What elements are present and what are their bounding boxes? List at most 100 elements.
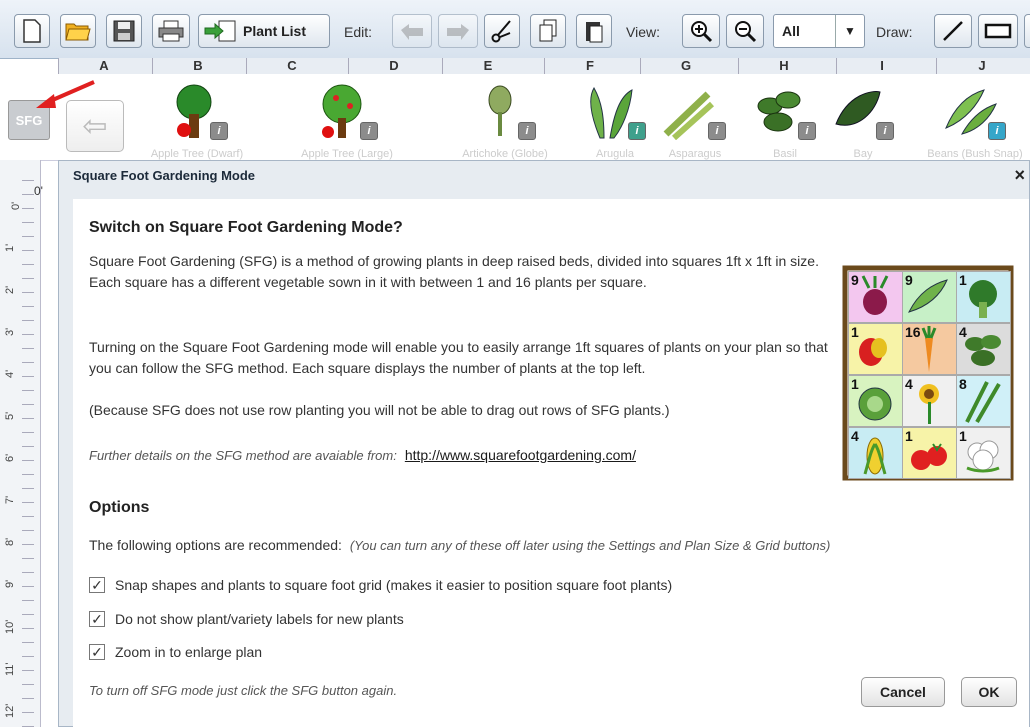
- save-button[interactable]: [106, 14, 142, 48]
- info-icon[interactable]: i: [988, 122, 1006, 140]
- ruler-tick: [22, 194, 34, 195]
- ruler-label: 12': [4, 703, 16, 718]
- column-label: B: [152, 58, 243, 74]
- ruler-tick: [22, 628, 34, 629]
- ruler-tick: [22, 530, 34, 531]
- draw-rectangle-button[interactable]: [978, 14, 1018, 48]
- option-label: Snap shapes and plants to square foot gr…: [115, 577, 673, 593]
- cut-button[interactable]: [484, 14, 520, 48]
- info-icon[interactable]: i: [628, 122, 646, 140]
- sfg-grid-illustration: 9 9 1 1 16 4 1 4 8 4 1 1: [836, 259, 1026, 481]
- ruler-tick: [22, 600, 34, 601]
- plant-count: 1: [959, 428, 967, 444]
- ruler-label: 7': [4, 495, 16, 504]
- plant-artichoke-globe[interactable]: i Artichoke (Globe): [460, 80, 550, 160]
- ruler-tick: [22, 684, 34, 685]
- ruler-tick: [22, 180, 34, 181]
- view-label: View:: [626, 24, 660, 40]
- draw-line-button[interactable]: [934, 14, 972, 48]
- column-label: C: [246, 58, 337, 74]
- ruler-tick: [22, 320, 34, 321]
- plant-asparagus[interactable]: i Asparagus: [650, 80, 740, 160]
- intro-paragraph: Square Foot Gardening (SFG) is a method …: [89, 253, 819, 290]
- print-button[interactable]: [152, 14, 190, 48]
- zoom-out-icon: [735, 21, 757, 43]
- sfg-square: 4: [902, 375, 957, 427]
- sfg-square: 1: [956, 271, 1011, 323]
- ruler-tick: [22, 572, 34, 573]
- info-icon[interactable]: i: [876, 122, 894, 140]
- column-label: F: [544, 58, 635, 74]
- copy-button[interactable]: [530, 14, 566, 48]
- ruler-tick: [22, 460, 34, 461]
- new-plan-button[interactable]: [14, 14, 50, 48]
- sfg-website-link[interactable]: http://www.squarefootgardening.com/: [405, 447, 636, 463]
- undo-icon: [401, 24, 423, 40]
- option-hide-labels[interactable]: ✓ Do not show plant/variety labels for n…: [89, 608, 404, 630]
- option-zoom-in[interactable]: ✓ Zoom in to enlarge plan: [89, 641, 262, 663]
- view-filter-select[interactable]: All ▼: [773, 14, 865, 48]
- mode-paragraph: Turning on the Square Foot Gardening mod…: [89, 339, 828, 376]
- chevron-down-icon: ▼: [835, 15, 864, 47]
- plant-count: 1: [851, 376, 859, 392]
- plant-apple-tree-large[interactable]: i Apple Tree (Large): [301, 80, 393, 160]
- info-icon[interactable]: i: [360, 122, 378, 140]
- plant-bay[interactable]: i Bay: [818, 80, 908, 160]
- footer-note: To turn off SFG mode just click the SFG …: [89, 683, 398, 698]
- zoom-in-checkbox[interactable]: ✓: [89, 644, 105, 660]
- sfg-square: 9: [902, 271, 957, 323]
- plant-name: Bay: [853, 148, 873, 160]
- ruler-tick: [22, 390, 34, 391]
- undo-button[interactable]: [392, 14, 432, 48]
- plant-count: 4: [959, 324, 967, 340]
- sfg-square: 4: [956, 323, 1011, 375]
- ruler-tick: [22, 264, 34, 265]
- plant-list-button[interactable]: Plant List: [198, 14, 330, 48]
- plant-beans-bush-snap[interactable]: i Beans (Bush Snap): [927, 80, 1023, 160]
- plant-count: 4: [851, 428, 859, 444]
- ruler-label: 2': [4, 285, 16, 294]
- ruler-label: 10': [4, 619, 16, 634]
- info-icon[interactable]: i: [798, 122, 816, 140]
- plant-list-label: Plant List: [243, 23, 307, 39]
- ruler-tick: [22, 222, 34, 223]
- info-icon[interactable]: i: [708, 122, 726, 140]
- options-intro: The following options are recommended: (…: [89, 535, 1019, 556]
- printer-icon: [158, 20, 184, 42]
- zoom-in-button[interactable]: [682, 14, 720, 48]
- sfg-square: 1: [902, 427, 957, 479]
- option-snap-grid[interactable]: ✓ Snap shapes and plants to square foot …: [89, 574, 672, 596]
- draw-more-button[interactable]: [1024, 14, 1030, 48]
- plant-name: Beans (Bush Snap): [927, 148, 1023, 160]
- ruler-label: 3': [4, 327, 16, 336]
- zoom-out-button[interactable]: [726, 14, 764, 48]
- ruler-tick: [22, 362, 34, 363]
- cancel-button[interactable]: Cancel: [861, 677, 945, 707]
- ruler-tick: [22, 404, 34, 405]
- export-list-icon: [204, 20, 236, 42]
- redo-button[interactable]: [438, 14, 478, 48]
- open-plan-button[interactable]: [60, 14, 96, 48]
- column-label: D: [348, 58, 439, 74]
- hide-labels-checkbox[interactable]: ✓: [89, 611, 105, 627]
- close-icon[interactable]: ×: [1014, 165, 1025, 186]
- ruler-label: 6': [4, 453, 16, 462]
- folder-icon: [65, 23, 91, 41]
- paste-button[interactable]: [576, 14, 612, 48]
- plant-count: 4: [905, 376, 913, 392]
- scroll-back-button[interactable]: ⇦: [66, 100, 124, 152]
- info-icon[interactable]: i: [210, 122, 228, 140]
- ruler-label: 1': [4, 243, 16, 252]
- plant-apple-tree-dwarf[interactable]: i Apple Tree (Dwarf): [151, 80, 243, 160]
- options-intro-text: The following options are recommended:: [89, 537, 342, 553]
- ruler-tick: [22, 614, 34, 615]
- column-label: G: [640, 58, 731, 74]
- sfg-square: 1: [848, 323, 903, 375]
- snap-grid-checkbox[interactable]: ✓: [89, 577, 105, 593]
- ruler-tick: [22, 474, 34, 475]
- ok-button[interactable]: OK: [961, 677, 1017, 707]
- ruler-label: 4': [4, 369, 16, 378]
- ruler-tick: [22, 642, 34, 643]
- option-label: Zoom in to enlarge plan: [115, 644, 263, 660]
- info-icon[interactable]: i: [518, 122, 536, 140]
